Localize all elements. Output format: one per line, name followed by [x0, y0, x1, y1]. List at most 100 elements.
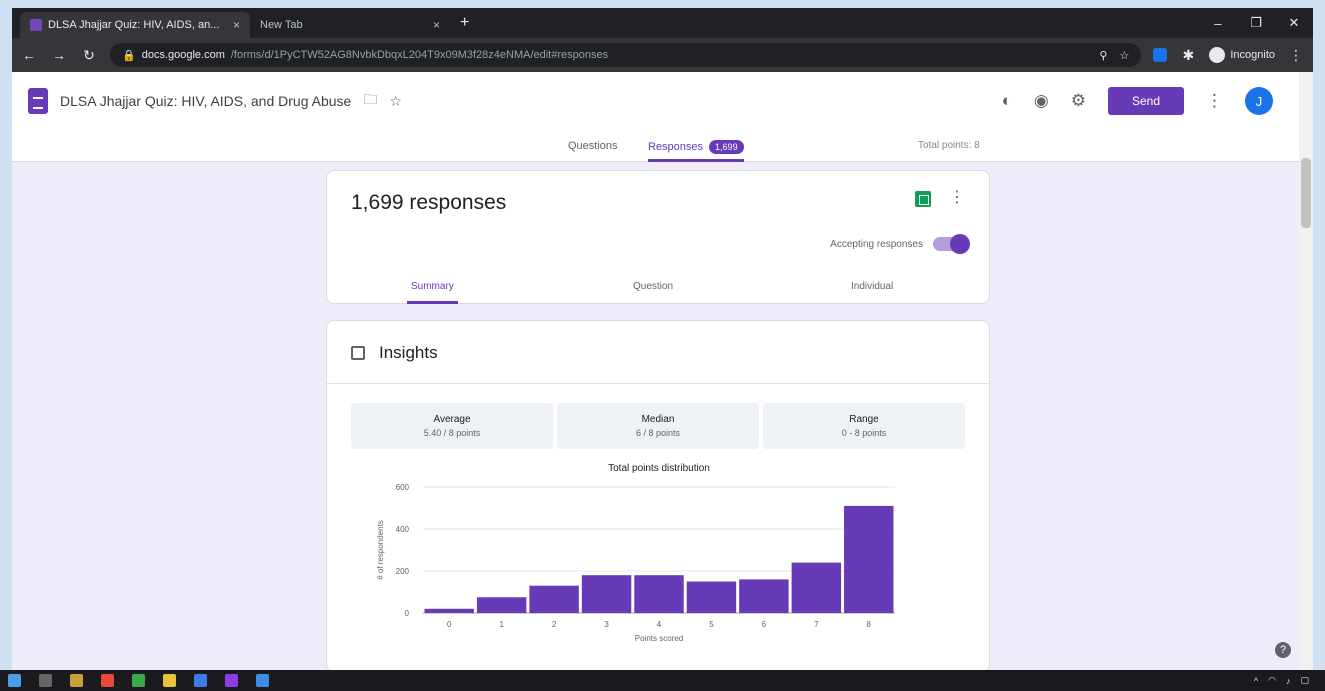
tray-chevron-icon[interactable]: ^ [1254, 676, 1258, 686]
chart-title: Total points distribution [608, 463, 710, 474]
browser-tab-active[interactable]: DLSA Jhajjar Quiz: HIV, AIDS, an... × [20, 12, 250, 38]
taskbar-app-icon[interactable] [163, 674, 176, 687]
stat-value: 6 / 8 points [635, 428, 681, 438]
taskbar-app-icon[interactable] [225, 674, 238, 687]
accepting-responses-label: Accepting responses [830, 238, 923, 250]
browser-menu-icon[interactable]: ⋮ [1287, 47, 1305, 64]
bar-6 [739, 579, 789, 613]
subtab-individual[interactable]: Individual [851, 281, 893, 292]
bar-2 [529, 585, 579, 613]
subtab-summary[interactable]: Summary [407, 281, 458, 304]
insights-title: Insights [379, 343, 438, 362]
divider [327, 383, 989, 384]
reload-icon[interactable]: ↻ [80, 47, 98, 64]
x-tick-label: 3 [604, 620, 609, 629]
scrollbar-thumb[interactable] [1301, 158, 1311, 228]
responses-more-icon[interactable]: ⋮ [949, 187, 965, 207]
preview-eye-icon[interactable]: ◉ [1034, 91, 1049, 111]
subtab-question[interactable]: Question [633, 281, 673, 292]
x-tick-label: 2 [552, 620, 557, 629]
bar-1 [476, 597, 527, 613]
bar-0 [424, 608, 474, 613]
tab-responses-label: Responses [648, 141, 704, 153]
insights-stats: Average 5.40 / 8 points Median 6 / 8 poi… [351, 403, 965, 449]
form-tabs: Questions Responses 1,699 Total points: … [12, 134, 1313, 162]
responses-summary-card: 1,699 responses ⋮ Accepting responses Su… [326, 170, 990, 304]
taskbar-app-icon[interactable] [132, 674, 145, 687]
puzzle-extensions-icon[interactable]: ✱ [1179, 47, 1197, 64]
tab-title: New Tab [260, 19, 303, 31]
stat-label: Median [641, 414, 675, 425]
stat-average: Average 5.40 / 8 points [351, 403, 553, 449]
y-tick-label: 0 [405, 609, 410, 618]
url-path: /forms/d/1PyCTW52AG8NvbkDbqxL204T9x09M3f… [230, 49, 609, 61]
y-tick-label: 400 [396, 525, 410, 534]
task-view-icon[interactable] [39, 674, 52, 687]
taskbar-app-icon[interactable] [256, 674, 269, 687]
browser-window: DLSA Jhajjar Quiz: HIV, AIDS, an... × Ne… [12, 8, 1313, 670]
window-controls: – ❐ ✕ [1199, 8, 1313, 38]
windows-taskbar: ^ ◠ ♪ ▢ [0, 670, 1325, 691]
accepting-responses: Accepting responses [830, 234, 970, 254]
x-tick-label: 6 [762, 620, 767, 629]
stat-range: Range 0 - 8 points [763, 403, 965, 449]
chrome-icon[interactable] [101, 674, 114, 687]
tab-title: DLSA Jhajjar Quiz: HIV, AIDS, an... [48, 19, 220, 31]
forms-favicon-icon [30, 19, 42, 31]
tab-close-icon[interactable]: × [233, 18, 240, 32]
x-axis-label: Points scored [635, 634, 683, 643]
star-icon[interactable]: ☆ [389, 93, 402, 110]
system-tray: ^ ◠ ♪ ▢ [1254, 675, 1317, 686]
folder-icon[interactable]: 🗀 [363, 89, 377, 113]
incognito-icon [1209, 47, 1226, 63]
form-title[interactable]: DLSA Jhajjar Quiz: HIV, AIDS, and Drug A… [60, 93, 351, 109]
y-axis-label: # of respondents [376, 520, 385, 580]
address-bar[interactable]: 🔒 docs.google.com/forms/d/1PyCTW52AG8Nvb… [110, 43, 1142, 67]
tab-questions[interactable]: Questions [568, 140, 618, 152]
insights-icon [351, 346, 365, 360]
volume-icon[interactable]: ♪ [1286, 676, 1291, 686]
zoom-icon[interactable]: ⚲ [1099, 49, 1107, 62]
help-icon[interactable]: ? [1275, 642, 1291, 658]
extension-icon[interactable] [1153, 48, 1168, 62]
google-forms-logo-icon[interactable] [28, 88, 48, 114]
incognito-indicator[interactable]: Incognito [1209, 47, 1275, 63]
back-icon[interactable]: ← [20, 47, 38, 63]
maximize-icon[interactable]: ❐ [1237, 8, 1275, 38]
more-options-icon[interactable]: ⋮ [1206, 91, 1223, 111]
y-tick-label: 200 [396, 567, 410, 576]
insights-card: Insights Average 5.40 / 8 points Median … [326, 320, 990, 670]
responses-count-badge: 1,699 [709, 140, 744, 154]
close-window-icon[interactable]: ✕ [1275, 8, 1313, 38]
browser-tab-inactive[interactable]: New Tab × [250, 12, 450, 38]
minimize-icon[interactable]: – [1199, 8, 1237, 38]
windows-start-icon[interactable] [8, 674, 21, 687]
accepting-responses-toggle[interactable] [933, 234, 970, 254]
new-tab-icon[interactable]: + [450, 14, 479, 38]
taskbar-app-icon[interactable] [194, 674, 207, 687]
url-host: docs.google.com [141, 49, 225, 61]
responses-count: 1,699 responses [351, 191, 507, 214]
send-button[interactable]: Send [1107, 87, 1184, 115]
bar-8 [844, 505, 894, 613]
bar-3 [581, 575, 632, 613]
browser-toolbar: ← → ↻ 🔒 docs.google.com/forms/d/1PyCTW52… [12, 38, 1313, 72]
notifications-icon[interactable]: ▢ [1300, 675, 1309, 686]
network-icon[interactable]: ◠ [1268, 675, 1276, 686]
file-explorer-icon[interactable] [70, 674, 83, 687]
bookmark-star-icon[interactable]: ☆ [1119, 49, 1129, 62]
stat-value: 0 - 8 points [841, 428, 887, 438]
sheets-icon[interactable] [915, 191, 931, 207]
tab-close-icon[interactable]: × [433, 18, 440, 32]
settings-gear-icon[interactable]: ⚙ [1071, 91, 1086, 111]
forms-header: DLSA Jhajjar Quiz: HIV, AIDS, and Drug A… [12, 72, 1313, 162]
page-scrollbar[interactable] [1299, 72, 1313, 670]
points-distribution-chart: Total points distribution 0 200 400 600 0 1 2 3 4… [376, 463, 895, 643]
avatar[interactable]: J [1245, 87, 1273, 115]
x-tick-label: 7 [814, 620, 819, 629]
palette-icon[interactable]: ◐ [1002, 91, 1012, 111]
forward-icon[interactable]: → [50, 47, 68, 63]
tab-responses[interactable]: Responses 1,699 [648, 140, 744, 162]
stat-label: Average [433, 414, 471, 425]
x-tick-label: 0 [447, 620, 452, 629]
